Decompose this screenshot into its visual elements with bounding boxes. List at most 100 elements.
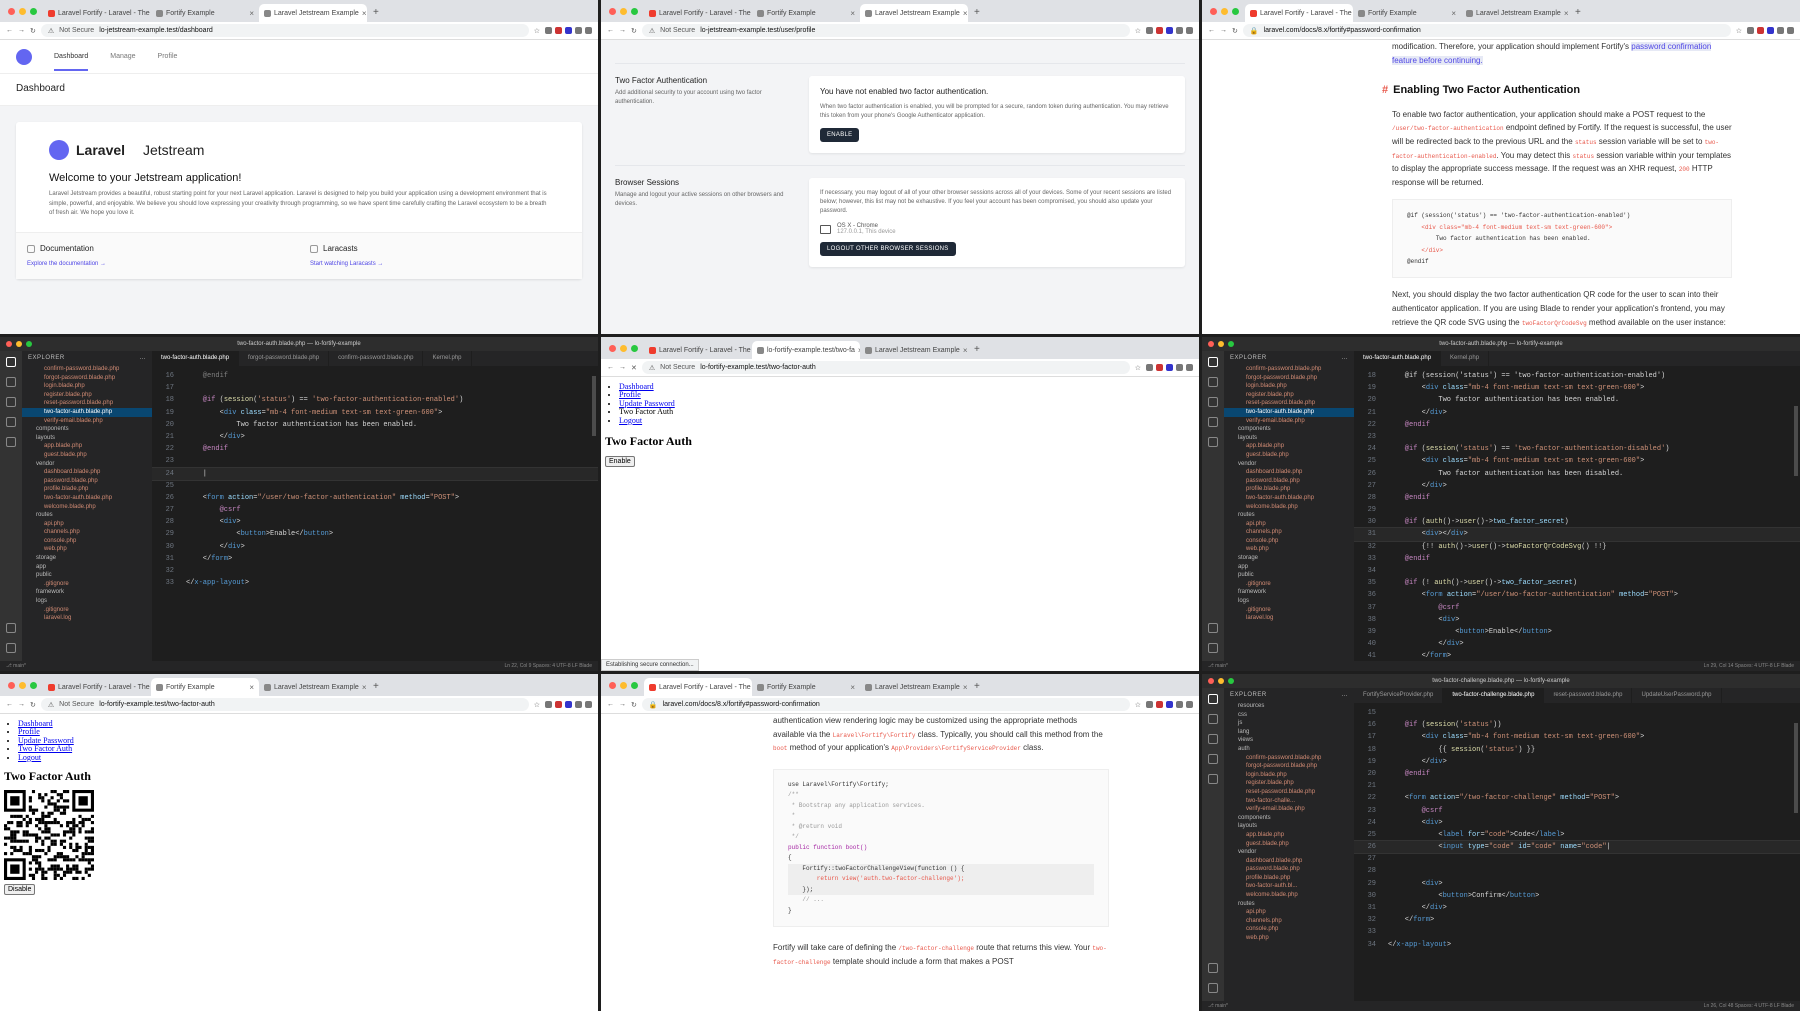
file-item[interactable]: reset-password.blade.php <box>22 399 152 408</box>
extensions[interactable] <box>1146 701 1193 708</box>
star-icon[interactable]: ☆ <box>1736 27 1742 35</box>
folder-item[interactable]: routes <box>1224 900 1354 909</box>
browser-tab[interactable]: Laravel Jetstream Example × <box>860 341 968 359</box>
file-item[interactable]: welcome.blade.php <box>1224 891 1354 900</box>
file-item[interactable]: verify-email.blade.php <box>1224 417 1354 426</box>
browser-tab[interactable]: Fortify Example × <box>752 4 860 22</box>
file-item[interactable]: two-factor-challe... <box>1224 797 1354 806</box>
forward-icon[interactable]: → <box>18 701 25 708</box>
back-icon[interactable]: ← <box>1208 27 1215 34</box>
folder-item[interactable]: app <box>22 563 152 572</box>
file-item[interactable]: two-factor-auth.blade.php <box>1224 407 1354 417</box>
file-item[interactable]: console.php <box>1224 925 1354 934</box>
forward-icon[interactable]: → <box>619 364 626 371</box>
extensions-icon[interactable] <box>1208 437 1218 447</box>
browser-tab[interactable]: Laravel Jetstream Example × <box>259 678 367 696</box>
folder-item[interactable]: vendor <box>1224 460 1354 469</box>
star-icon[interactable]: ☆ <box>534 701 540 709</box>
back-icon[interactable]: ← <box>607 27 614 34</box>
gear-icon[interactable] <box>1208 643 1218 653</box>
extensions[interactable] <box>545 701 592 708</box>
file-item[interactable]: dashboard.blade.php <box>1224 857 1354 866</box>
folder-item[interactable]: layouts <box>22 434 152 443</box>
folder-item[interactable]: layouts <box>1224 434 1354 443</box>
file-item[interactable]: verify-email.blade.php <box>1224 805 1354 814</box>
address-field[interactable]: ⚠ Not Secure lo-fortify-example.test/two-f… <box>641 361 1130 374</box>
back-icon[interactable]: ← <box>6 701 13 708</box>
browser-tab[interactable]: Laravel Jetstream Example × <box>1461 4 1569 22</box>
editor-tab[interactable]: reset-password.blade.php <box>1544 688 1633 703</box>
window-controls[interactable] <box>1206 0 1245 22</box>
file-item[interactable]: web.php <box>22 545 152 554</box>
file-item[interactable]: two-factor-auth.blade.php <box>1224 494 1354 503</box>
nav-profile[interactable]: Profile <box>158 53 178 60</box>
browser-tab[interactable]: Laravel Fortify - Laravel - The× <box>43 678 151 696</box>
folder-item[interactable]: vendor <box>1224 848 1354 857</box>
back-icon[interactable]: ← <box>607 701 614 708</box>
file-item[interactable]: password.blade.php <box>22 477 152 486</box>
new-tab-button[interactable]: + <box>968 341 986 359</box>
file-item[interactable]: register.blade.php <box>22 391 152 400</box>
code-editor[interactable]: 15 16 @if (session('status')) 17 <div cl… <box>1354 703 1800 1001</box>
browser-tab[interactable]: Laravel Fortify - Laravel - The× <box>43 4 151 22</box>
forward-icon[interactable]: → <box>1220 27 1227 34</box>
folder-item[interactable]: resources <box>1224 702 1354 711</box>
star-icon[interactable]: ☆ <box>1135 701 1141 709</box>
file-item[interactable]: web.php <box>1224 934 1354 943</box>
more-icon[interactable]: … <box>1342 355 1349 361</box>
extensions[interactable] <box>1146 27 1193 34</box>
file-item[interactable]: channels.php <box>1224 528 1354 537</box>
file-item[interactable]: dashboard.blade.php <box>22 468 152 477</box>
folder-item[interactable]: css <box>1224 711 1354 720</box>
logout-other-sessions-button[interactable]: LOGOUT OTHER BROWSER SESSIONS <box>820 242 956 256</box>
new-tab-button[interactable]: + <box>367 4 385 22</box>
file-item[interactable]: .gitignore <box>22 580 152 589</box>
window-controls[interactable] <box>605 674 644 696</box>
window-controls[interactable] <box>605 0 644 22</box>
file-item[interactable]: api.php <box>1224 908 1354 917</box>
file-item[interactable]: guest.blade.php <box>22 451 152 460</box>
file-item[interactable]: reset-password.blade.php <box>1224 399 1354 408</box>
debug-icon[interactable] <box>6 417 16 427</box>
file-item[interactable]: app.blade.php <box>1224 442 1354 451</box>
editor-tab[interactable]: FortifyServiceProvider.php <box>1354 688 1444 703</box>
address-field[interactable]: ⚠ Not Secure lo-jetstream-example.test/das… <box>40 24 529 37</box>
folder-item[interactable]: vendor <box>22 460 152 469</box>
scrollbar[interactable] <box>1794 723 1798 813</box>
folder-item[interactable]: framework <box>22 588 152 597</box>
search-icon[interactable] <box>1208 377 1218 387</box>
browser-tab[interactable]: Fortify Example × <box>1353 4 1461 22</box>
file-item[interactable]: api.php <box>1224 520 1354 529</box>
folder-item[interactable]: components <box>1224 814 1354 823</box>
file-item[interactable]: register.blade.php <box>1224 779 1354 788</box>
more-icon[interactable]: … <box>140 355 147 361</box>
files-icon[interactable] <box>1208 694 1218 704</box>
forward-icon[interactable]: → <box>619 701 626 708</box>
code-editor[interactable]: 18 @if (session('status') == 'two-factor… <box>1354 366 1800 661</box>
window-controls[interactable] <box>4 0 43 22</box>
folder-item[interactable]: components <box>22 425 152 434</box>
file-item[interactable]: laravel.log <box>1224 614 1354 623</box>
browser-tab[interactable]: Laravel Fortify - Laravel - The× <box>644 4 752 22</box>
more-icon[interactable]: … <box>1342 692 1349 698</box>
forward-icon[interactable]: → <box>619 27 626 34</box>
folder-item[interactable]: components <box>1224 425 1354 434</box>
debug-icon[interactable] <box>1208 754 1218 764</box>
nav-manage[interactable]: Manage <box>110 53 135 60</box>
extensions-icon[interactable] <box>6 437 16 447</box>
file-item[interactable]: app.blade.php <box>1224 831 1354 840</box>
browser-tab[interactable]: Laravel Jetstream Example × <box>860 678 968 696</box>
account-icon[interactable] <box>1208 623 1218 633</box>
browser-tab[interactable]: Fortify Example × <box>151 4 259 22</box>
folder-item[interactable]: js <box>1224 719 1354 728</box>
file-item[interactable]: channels.php <box>1224 917 1354 926</box>
reload-icon[interactable]: ↻ <box>30 27 36 35</box>
file-item[interactable]: profile.blade.php <box>1224 874 1354 883</box>
account-icon[interactable] <box>6 623 16 633</box>
enable-button[interactable]: Enable <box>605 455 635 467</box>
folder-item[interactable]: logs <box>1224 597 1354 606</box>
documentation-link[interactable]: Explore the documentation → <box>27 260 288 269</box>
browser-tab-active[interactable]: Laravel Jetstream Example × <box>860 4 968 22</box>
extensions[interactable] <box>1146 364 1193 371</box>
editor-tab[interactable]: Kernel.php <box>423 351 472 366</box>
